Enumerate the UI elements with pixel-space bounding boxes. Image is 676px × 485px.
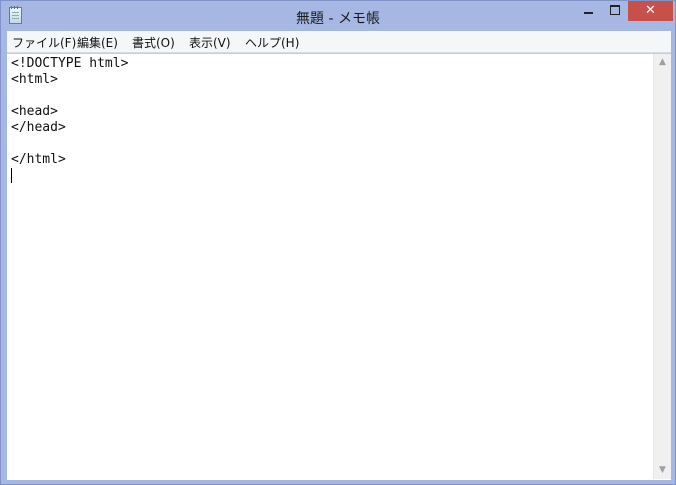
menu-format[interactable]: 書式(O) (132, 34, 175, 51)
maximize-button[interactable] (601, 1, 628, 21)
minimize-button[interactable] (575, 1, 601, 21)
menu-edit[interactable]: 編集(E) (77, 34, 118, 51)
close-button[interactable]: ✕ (628, 1, 673, 21)
minimize-icon (583, 11, 593, 14)
menu-file[interactable]: ファイル(F) (12, 34, 76, 51)
editor-text-area[interactable]: <!DOCTYPE html> <html> <head> </head> </… (11, 56, 651, 476)
window-title: 無題 - メモ帳 (296, 11, 380, 27)
editor-content: <!DOCTYPE html> <html> <head> </head> </… (11, 56, 129, 167)
text-editor[interactable]: <!DOCTYPE html> <html> <head> </head> </… (7, 53, 671, 480)
menu-view[interactable]: 表示(V) (189, 34, 231, 51)
menu-help[interactable]: ヘルプ(H) (245, 34, 299, 51)
title-bar[interactable]: 無題 - メモ帳 ✕ (1, 1, 675, 31)
scroll-down-icon[interactable]: ▼ (654, 462, 671, 479)
maximize-icon (609, 4, 620, 15)
notepad-window: 無題 - メモ帳 ✕ ファイル(F) 編集(E) 書式(O) 表示(V) ヘルプ… (0, 0, 676, 485)
scroll-up-icon[interactable]: ▲ (654, 54, 671, 71)
vertical-scrollbar[interactable]: ▲ ▼ (653, 54, 671, 479)
menu-bar: ファイル(F) 編集(E) 書式(O) 表示(V) ヘルプ(H) (7, 31, 671, 53)
text-caret (11, 168, 12, 183)
close-icon: ✕ (645, 3, 656, 18)
